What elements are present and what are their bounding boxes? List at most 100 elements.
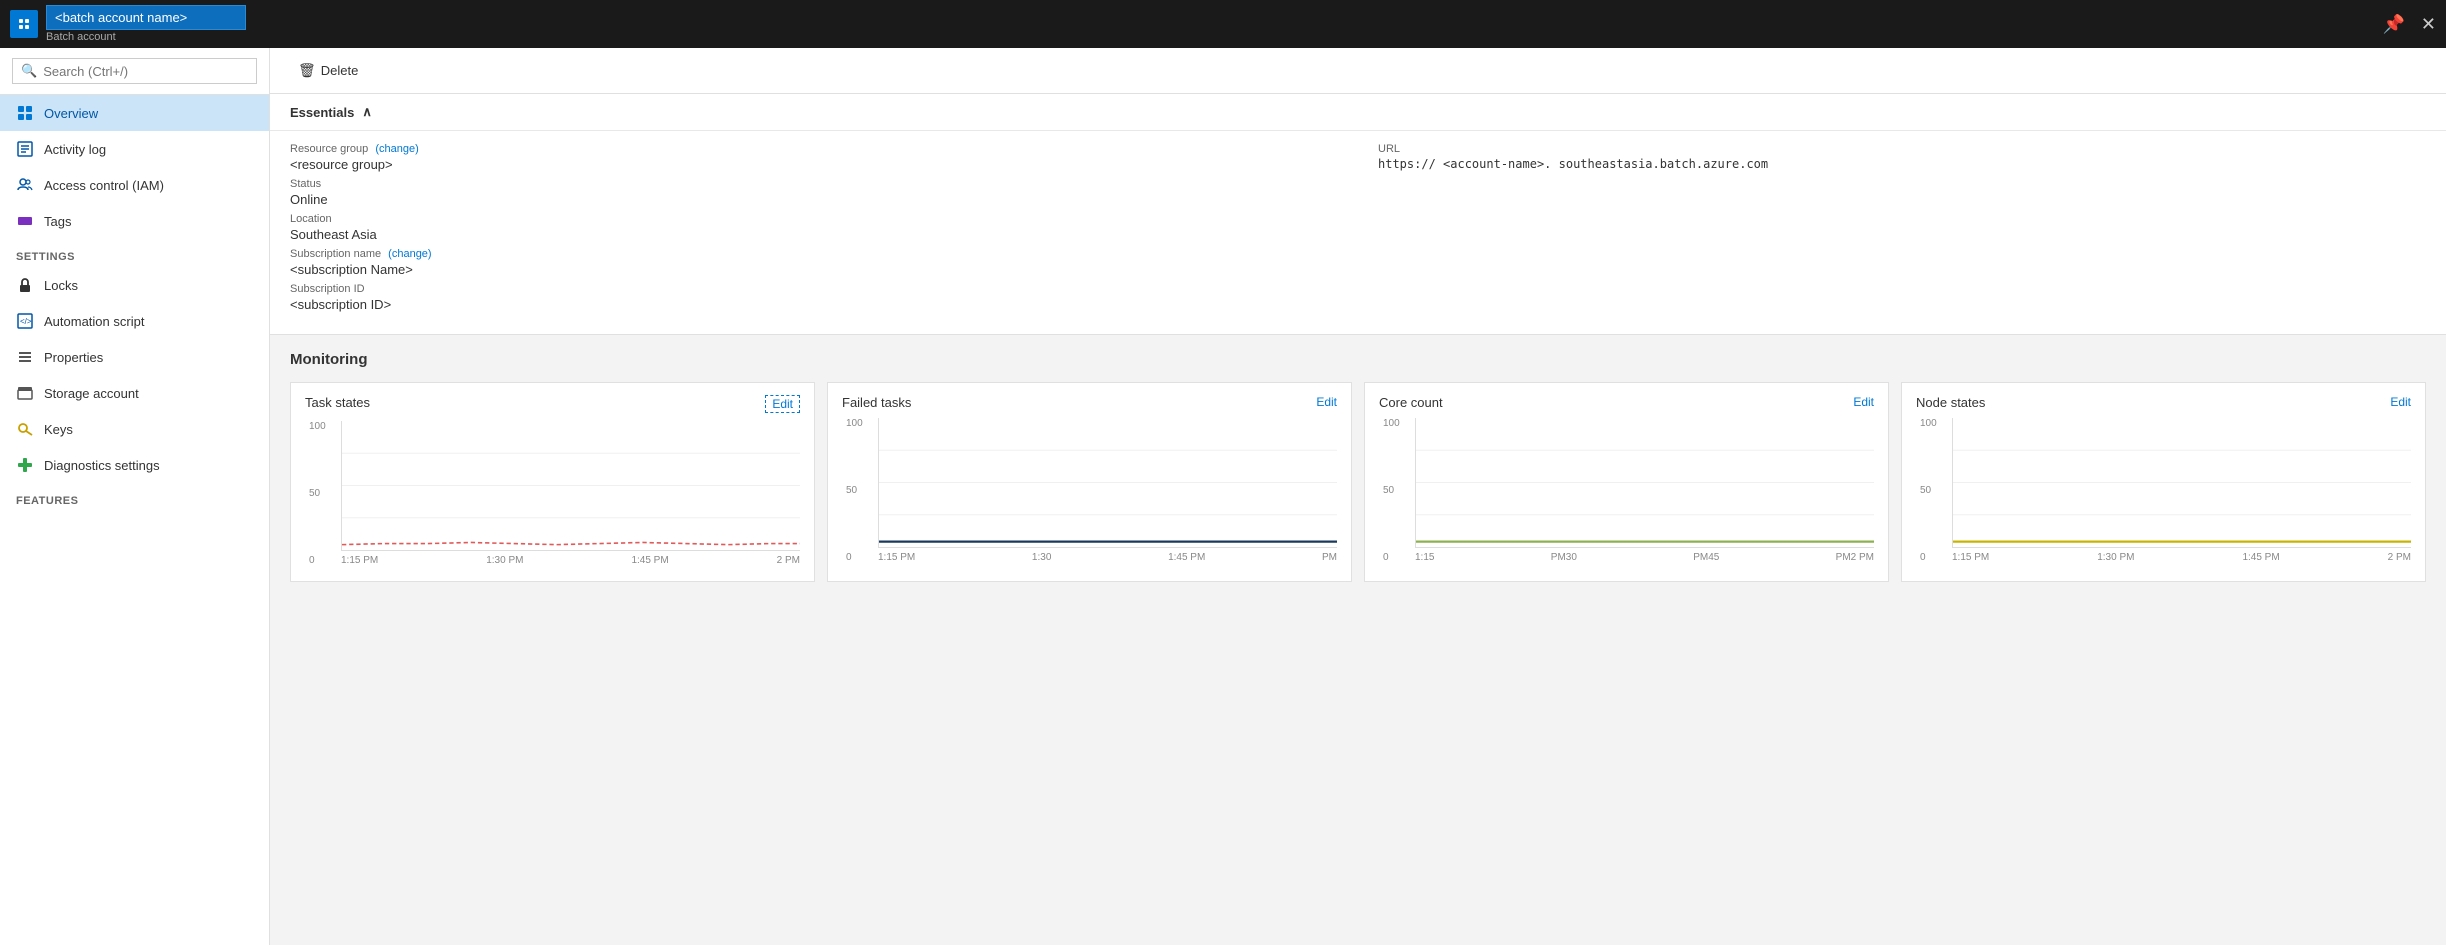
sidebar-item-overview[interactable]: Overview <box>0 95 269 131</box>
task-states-chart <box>341 421 800 551</box>
url-field: URL https:// <account-name>. southeastas… <box>1378 143 2426 171</box>
core-count-edit[interactable]: Edit <box>1853 395 1874 409</box>
search-box[interactable]: 🔍 <box>12 58 257 84</box>
resource-group-label: Resource group (change) <box>290 143 1338 155</box>
core-count-y-labels: 100 50 0 <box>1383 418 1400 563</box>
status-value: Online <box>290 192 1338 207</box>
url-label: URL <box>1378 143 2426 155</box>
node-states-card: Node states Edit 100 50 0 <box>1901 382 2426 582</box>
keys-label: Keys <box>44 422 73 437</box>
sidebar-item-tags[interactable]: Tags <box>0 203 269 239</box>
failed-tasks-title: Failed tasks <box>842 395 911 410</box>
node-states-header: Node states Edit <box>1916 395 2411 410</box>
sidebar-search-container: 🔍 <box>0 48 269 95</box>
automation-script-label: Automation script <box>44 314 144 329</box>
delete-icon: 🗑 <box>298 62 316 79</box>
essentials-collapse-icon: ∧ <box>362 104 372 120</box>
subscription-name-field: Subscription name (change) <subscription… <box>290 248 1338 277</box>
sidebar-item-keys[interactable]: Keys <box>0 411 269 447</box>
location-value: Southeast Asia <box>290 227 1338 242</box>
close-button[interactable]: ✕ <box>2421 14 2436 35</box>
resource-group-field: Resource group (change) <resource group> <box>290 143 1338 172</box>
essentials-right-col: URL https:// <account-name>. southeastas… <box>1378 143 2426 318</box>
failed-tasks-header: Failed tasks Edit <box>842 395 1337 410</box>
settings-section-label: SETTINGS <box>0 239 269 267</box>
search-icon: 🔍 <box>21 63 37 79</box>
failed-tasks-x-labels: 1:15 PM 1:30 1:45 PM PM <box>878 552 1337 563</box>
batch-account-name-input[interactable]: <batch account name> <box>46 5 246 30</box>
failed-tasks-edit[interactable]: Edit <box>1316 395 1337 409</box>
task-states-y-labels: 100 50 0 <box>309 421 326 566</box>
task-states-header: Task states Edit <box>305 395 800 413</box>
location-label: Location <box>290 213 1338 225</box>
failed-tasks-card: Failed tasks Edit 100 50 0 <box>827 382 1352 582</box>
essentials-title: Essentials <box>290 105 354 120</box>
automation-script-icon: </> <box>16 312 34 330</box>
sidebar-item-automation-script[interactable]: </> Automation script <box>0 303 269 339</box>
overview-label: Overview <box>44 106 98 121</box>
failed-tasks-chart <box>878 418 1337 548</box>
access-control-label: Access control (IAM) <box>44 178 164 193</box>
activity-log-icon <box>16 140 34 158</box>
keys-icon <box>16 420 34 438</box>
search-input[interactable] <box>43 64 248 79</box>
core-count-chart <box>1415 418 1874 548</box>
node-states-x-labels: 1:15 PM 1:30 PM 1:45 PM 2 PM <box>1952 552 2411 563</box>
core-count-x-labels: 1:15 PM30 PM45 PM2 PM <box>1415 552 1874 563</box>
storage-account-icon <box>16 384 34 402</box>
essentials-body: Resource group (change) <resource group>… <box>270 131 2446 334</box>
resource-group-change-link[interactable]: (change) <box>375 143 418 155</box>
essentials-header[interactable]: Essentials ∧ <box>270 94 2446 131</box>
subscription-name-change-link[interactable]: (change) <box>388 248 431 260</box>
failed-tasks-y-labels: 100 50 0 <box>846 418 863 563</box>
subscription-id-value: <subscription ID> <box>290 297 1338 312</box>
sidebar-item-access-control[interactable]: Access control (IAM) <box>0 167 269 203</box>
subscription-name-value: <subscription Name> <box>290 262 1338 277</box>
properties-label: Properties <box>44 350 103 365</box>
subscription-id-field: Subscription ID <subscription ID> <box>290 283 1338 312</box>
monitoring-section: Monitoring Task states Edit 100 50 0 <box>270 335 2446 598</box>
core-count-header: Core count Edit <box>1379 395 1874 410</box>
location-field: Location Southeast Asia <box>290 213 1338 242</box>
activity-log-label: Activity log <box>44 142 106 157</box>
features-section-label: FEATURES <box>0 483 269 511</box>
overview-icon <box>16 104 34 122</box>
task-states-title: Task states <box>305 395 370 410</box>
pin-button[interactable]: 📌 <box>2382 14 2404 35</box>
locks-label: Locks <box>44 278 78 293</box>
essentials-left-col: Resource group (change) <resource group>… <box>290 143 1338 318</box>
status-label: Status <box>290 178 1338 190</box>
batch-account-subtitle: Batch account <box>46 31 246 43</box>
top-bar: <batch account name> Batch account 📌 ✕ <box>0 0 2446 48</box>
task-states-card: Task states Edit 100 50 0 <box>290 382 815 582</box>
subscription-id-label: Subscription ID <box>290 283 1338 295</box>
delete-label: Delete <box>321 63 359 78</box>
status-field: Status Online <box>290 178 1338 207</box>
url-value: https:// <account-name>. southeastasia.b… <box>1378 157 2426 171</box>
essentials-section: Essentials ∧ Resource group (change) <re… <box>270 94 2446 335</box>
node-states-chart <box>1952 418 2411 548</box>
tags-icon <box>16 212 34 230</box>
sidebar-item-diagnostics-settings[interactable]: Diagnostics settings <box>0 447 269 483</box>
sidebar-item-activity-log[interactable]: Activity log <box>0 131 269 167</box>
sidebar-item-properties[interactable]: Properties <box>0 339 269 375</box>
top-bar-left: <batch account name> Batch account <box>10 5 2382 43</box>
resource-group-value: <resource group> <box>290 157 1338 172</box>
delete-button[interactable]: 🗑 Delete <box>290 58 366 83</box>
node-states-title: Node states <box>1916 395 1985 410</box>
diagnostics-settings-label: Diagnostics settings <box>44 458 160 473</box>
sidebar-item-storage-account[interactable]: Storage account <box>0 375 269 411</box>
monitoring-cards: Task states Edit 100 50 0 <box>290 382 2426 582</box>
access-control-icon <box>16 176 34 194</box>
core-count-card: Core count Edit 100 50 0 <box>1364 382 1889 582</box>
subscription-name-label: Subscription name (change) <box>290 248 1338 260</box>
properties-icon <box>16 348 34 366</box>
node-states-edit[interactable]: Edit <box>2390 395 2411 409</box>
task-states-edit[interactable]: Edit <box>765 395 800 413</box>
svg-text:</>: </> <box>20 317 32 326</box>
content-area: 🗑 Delete Essentials ∧ Resource group (ch… <box>270 48 2446 945</box>
task-states-x-labels: 1:15 PM 1:30 PM 1:45 PM 2 PM <box>341 555 800 566</box>
app-icon <box>10 10 38 38</box>
sidebar-item-locks[interactable]: Locks <box>0 267 269 303</box>
locks-icon <box>16 276 34 294</box>
